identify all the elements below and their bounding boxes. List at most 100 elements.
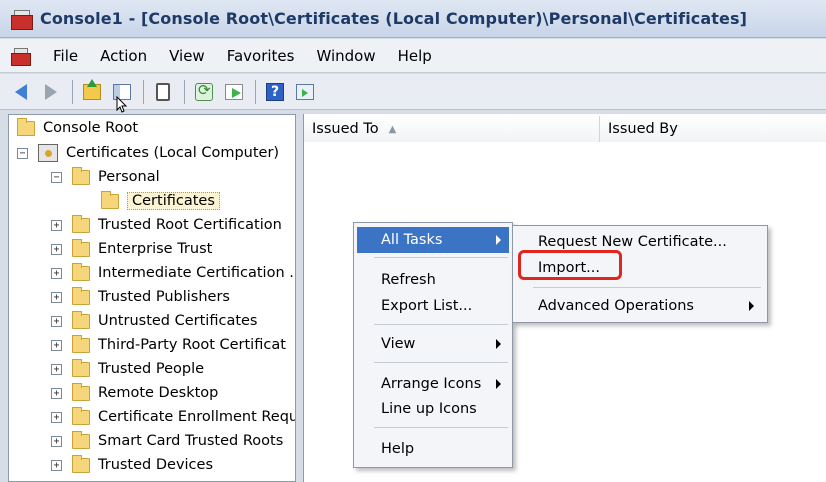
folder-icon	[72, 286, 90, 305]
menu-item-label: Refresh	[381, 272, 436, 288]
tree-item-label: Personal	[98, 169, 160, 185]
tree-item-third-party-root[interactable]: + Third-Party Root Certificat	[51, 334, 286, 356]
submenu-arrow-icon	[496, 339, 501, 349]
expand-icon[interactable]: +	[51, 435, 62, 447]
menu-file[interactable]: File	[42, 47, 89, 65]
expand-icon[interactable]: +	[51, 387, 62, 399]
column-label: Issued To	[312, 121, 379, 137]
title-bar[interactable]: Console1 - [Console Root\Certificates (L…	[0, 0, 826, 38]
folder-icon	[72, 310, 90, 329]
column-issued-to[interactable]: Issued To ▲	[304, 116, 600, 142]
menu-separator	[374, 324, 508, 325]
expand-icon[interactable]: +	[51, 411, 62, 423]
tree-item-label: Trusted Root Certification	[98, 217, 282, 233]
forward-icon[interactable]	[38, 79, 64, 105]
tree-item-remote-desktop[interactable]: + Remote Desktop	[51, 382, 218, 404]
console-menu-icon[interactable]	[10, 46, 32, 66]
console-tree[interactable]: Console Root − Certificates (Local Compu…	[8, 114, 296, 482]
tree-item-label: Trusted Publishers	[98, 289, 230, 305]
folder-icon	[72, 430, 90, 449]
back-icon[interactable]	[8, 79, 34, 105]
menu-item-view[interactable]: View	[357, 331, 509, 357]
tree-item-label: Console Root	[43, 120, 139, 136]
tree-item-enterprise-trust[interactable]: + Enterprise Trust	[51, 238, 212, 260]
menu-view[interactable]: View	[158, 47, 216, 65]
menu-item-label: Import...	[538, 260, 600, 276]
tree-item-label: Trusted People	[98, 361, 205, 377]
up-one-level-icon[interactable]	[79, 78, 105, 105]
properties-icon[interactable]	[150, 79, 176, 105]
menu-item-export-list[interactable]: Export List...	[357, 293, 509, 319]
submenu-arrow-icon	[749, 301, 754, 311]
expand-icon[interactable]: +	[51, 267, 62, 279]
tree-item-enrollment-requests[interactable]: + Certificate Enrollment Requ	[51, 406, 296, 428]
collapse-icon[interactable]: −	[51, 171, 62, 183]
window-title: Console1 - [Console Root\Certificates (L…	[40, 9, 747, 28]
folder-icon	[72, 334, 90, 353]
all-tasks-submenu: Request New Certificate... Import... Adv…	[512, 225, 768, 323]
expand-icon[interactable]: +	[51, 459, 62, 471]
menu-help[interactable]: Help	[387, 47, 443, 65]
tree-item-console-root[interactable]: Console Root	[17, 117, 138, 139]
column-issued-by[interactable]: Issued By	[600, 116, 826, 142]
tree-item-trusted-people[interactable]: + Trusted People	[51, 358, 204, 380]
tree-item-label: Third-Party Root Certificat	[98, 337, 286, 353]
folder-icon	[72, 454, 90, 473]
tree-item-label: Smart Card Trusted Roots	[98, 433, 284, 449]
submenu-arrow-icon	[496, 379, 501, 389]
expand-icon[interactable]: +	[51, 363, 62, 375]
menu-item-request-new-certificate[interactable]: Request New Certificate...	[516, 229, 764, 255]
menu-item-label: Export List...	[381, 298, 473, 314]
collapse-icon[interactable]: −	[17, 147, 28, 159]
menu-item-arrange-icons[interactable]: Arrange Icons	[357, 371, 509, 397]
folder-icon	[72, 382, 90, 401]
menu-item-label: All Tasks	[381, 232, 443, 248]
menu-item-label: Arrange Icons	[381, 376, 482, 392]
menu-action[interactable]: Action	[89, 47, 158, 65]
tree-item-trusted-devices[interactable]: + Trusted Devices	[51, 454, 213, 476]
menu-item-help[interactable]: Help	[357, 436, 509, 462]
menu-item-label: View	[381, 336, 416, 352]
tree-item-trusted-root[interactable]: + Trusted Root Certification	[51, 214, 282, 236]
help-icon[interactable]: ?	[262, 79, 288, 105]
menu-favorites[interactable]: Favorites	[216, 47, 306, 65]
tree-item-smart-card-roots[interactable]: + Smart Card Trusted Roots	[51, 430, 283, 452]
tree-item-trusted-publishers[interactable]: + Trusted Publishers	[51, 286, 230, 308]
tree-item-certificates-local-computer[interactable]: − Certificates (Local Computer)	[17, 142, 279, 164]
export-list-icon[interactable]	[221, 79, 247, 105]
tree-item-untrusted[interactable]: + Untrusted Certificates	[51, 310, 258, 332]
folder-icon	[72, 238, 90, 257]
folder-icon	[72, 214, 90, 233]
tree-item-label: Certificates	[127, 192, 220, 210]
show-hide-action-pane-icon[interactable]	[292, 79, 318, 105]
expand-icon[interactable]: +	[51, 243, 62, 255]
tree-item-label: Enterprise Trust	[98, 241, 213, 257]
refresh-icon[interactable]	[191, 79, 217, 105]
toolbar-separator	[72, 79, 73, 104]
expand-icon[interactable]: +	[51, 219, 62, 231]
menu-item-label: Line up Icons	[381, 401, 477, 417]
tree-item-personal[interactable]: − Personal	[51, 166, 160, 188]
menu-item-label: Advanced Operations	[538, 298, 694, 314]
tree-item-certificates[interactable]: Certificates	[101, 190, 220, 212]
menu-item-advanced-operations[interactable]: Advanced Operations	[516, 293, 764, 319]
folder-icon	[72, 262, 90, 281]
tree-item-label: Remote Desktop	[98, 385, 219, 401]
menu-item-import[interactable]: Import...	[516, 255, 764, 281]
certificate-snapin-icon	[38, 144, 58, 162]
sort-ascending-icon: ▲	[388, 123, 397, 135]
expand-icon[interactable]: +	[51, 315, 62, 327]
expand-icon[interactable]: +	[51, 291, 62, 303]
menu-window[interactable]: Window	[305, 47, 386, 65]
mmc-app-icon[interactable]	[10, 7, 34, 31]
tree-item-label: Trusted Devices	[98, 457, 213, 473]
menu-item-line-up-icons[interactable]: Line up Icons	[357, 396, 509, 422]
expand-icon[interactable]: +	[51, 339, 62, 351]
menu-item-all-tasks[interactable]: All Tasks	[357, 227, 509, 253]
tree-item-label: Certificate Enrollment Requ	[98, 409, 296, 425]
submenu-arrow-icon	[496, 235, 501, 245]
menu-item-refresh[interactable]: Refresh	[357, 267, 509, 293]
tree-item-label: Untrusted Certificates	[98, 313, 258, 329]
toolbar-separator	[184, 79, 185, 104]
tree-item-intermediate[interactable]: + Intermediate Certification .	[51, 262, 294, 284]
